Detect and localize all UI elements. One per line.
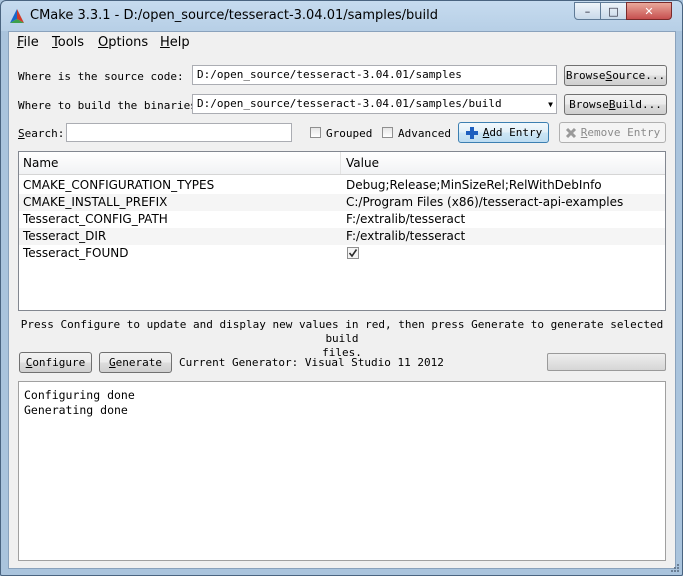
browse-build-mnemonic: B [608,98,616,111]
configure-mnemonic: C [25,356,33,369]
menu-help[interactable]: Help [160,35,190,50]
current-generator-label: Current Generator: Visual Studio 11 2012 [179,356,444,369]
close-button[interactable]: ✕ [626,2,672,20]
client-area: File Tools Options Help Where is the sou… [8,31,676,569]
output-log[interactable]: Configuring done Generating done [18,381,666,561]
remove-x-icon [565,127,576,138]
browse-build-button[interactable]: Browse Build... [564,94,667,115]
table-header: Name Value [19,152,665,175]
menu-tools-label: ools [57,35,85,50]
remove-entry-label: emove Entry [587,126,661,139]
grouped-label[interactable]: Grouped [326,127,372,140]
search-label-mnemonic: S [18,127,25,140]
row-value[interactable]: F:/extralib/tesseract [346,229,465,243]
generate-button[interactable]: Generate [99,352,172,373]
row-name: Tesseract_CONFIG_PATH [23,212,168,226]
window-title: CMake 3.3.1 - D:/open_source/tesseract-3… [30,8,439,23]
advanced-label[interactable]: Advanced [398,127,451,140]
table-row[interactable]: Tesseract_DIR F:/extralib/tesseract [19,228,665,245]
add-entry-mnemonic: A [482,126,490,139]
row-value[interactable]: Debug;Release;MinSizeRel;RelWithDebInfo [346,178,602,192]
cmake-window: CMake 3.3.1 - D:/open_source/tesseract-3… [0,0,683,576]
generate-mnemonic: G [109,356,116,369]
checkmark-icon [348,249,358,258]
table-row[interactable]: Tesseract_FOUND [19,245,665,262]
grouped-checkbox[interactable] [310,127,321,138]
hint-line-1: Press Configure to update and display ne… [20,318,664,345]
log-line: Generating done [24,403,128,417]
menu-file-label: ile [23,35,39,50]
search-input[interactable] [66,123,292,142]
menu-options-label: ptions [108,35,149,50]
column-header-value[interactable]: Value [346,156,379,170]
chevron-down-icon[interactable]: ▼ [548,100,553,109]
menu-options[interactable]: Options [98,35,148,50]
remove-entry-button[interactable]: Remove Entry [559,122,666,143]
configure-label: onfigure [32,356,86,369]
row-name: CMAKE_INSTALL_PREFIX [23,195,168,209]
column-divider[interactable] [340,152,341,174]
menu-help-mnemonic: H [160,35,170,50]
browse-source-mnemonic: S [605,69,613,82]
menu-help-label: elp [169,35,190,50]
build-path-combo[interactable]: D:/open_source/tesseract-3.04.01/samples… [192,94,557,114]
advanced-checkbox[interactable] [382,127,393,138]
menu-file[interactable]: File [17,35,39,50]
browse-build-pre: Browse [569,98,609,111]
log-line: Configuring done [24,388,135,402]
row-value[interactable]: C:/Program Files (x86)/tesseract-api-exa… [346,195,623,209]
row-name: Tesseract_DIR [23,229,107,243]
resize-grip-icon[interactable] [670,563,680,573]
table-row[interactable]: CMAKE_CONFIGURATION_TYPES Debug;Release;… [19,177,665,194]
build-path-value: D:/open_source/tesseract-3.04.01/samples… [197,97,502,110]
browse-source-pre: Browse [565,69,606,82]
row-value[interactable]: F:/extralib/tesseract [346,212,465,226]
menu-options-mnemonic: O [98,35,109,50]
add-entry-button[interactable]: Add Entry [458,122,549,143]
minimize-icon: – [584,4,591,18]
tesseract-found-checkbox[interactable] [347,247,359,259]
title-bar[interactable]: CMake 3.3.1 - D:/open_source/tesseract-3… [1,1,682,31]
row-name: CMAKE_CONFIGURATION_TYPES [23,178,215,192]
progress-bar [547,353,666,371]
close-icon: ✕ [644,4,654,18]
row-name: Tesseract_FOUND [23,246,129,260]
maximize-icon: □ [608,4,619,18]
source-label: Where is the source code: [18,70,184,83]
cache-table[interactable]: Name Value CMAKE_CONFIGURATION_TYPES Deb… [18,151,666,311]
configure-button[interactable]: Configure [19,352,92,373]
menu-tools[interactable]: Tools [52,35,84,50]
remove-entry-mnemonic: R [580,126,588,139]
search-label-text: earch: [24,127,65,140]
generate-label: enerate [115,356,162,369]
minimize-button[interactable]: – [574,2,601,20]
column-header-name[interactable]: Name [23,156,58,170]
plus-icon [465,126,478,139]
build-label: Where to build the binaries: [18,99,204,112]
table-row[interactable]: CMAKE_INSTALL_PREFIX C:/Program Files (x… [19,194,665,211]
source-path-field[interactable]: D:/open_source/tesseract-3.04.01/samples [192,65,557,85]
table-row[interactable]: Tesseract_CONFIG_PATH F:/extralib/tesser… [19,211,665,228]
browse-source-button[interactable]: Browse Source... [564,65,667,86]
browse-build-post: uild... [615,98,662,111]
maximize-button[interactable]: □ [600,2,627,20]
browse-source-post: ource... [612,69,666,82]
search-label: Search: [18,127,64,140]
cmake-triangle-icon [10,9,24,23]
add-entry-label: dd Entry [489,126,543,139]
menu-bar: File Tools Options Help [9,32,675,53]
